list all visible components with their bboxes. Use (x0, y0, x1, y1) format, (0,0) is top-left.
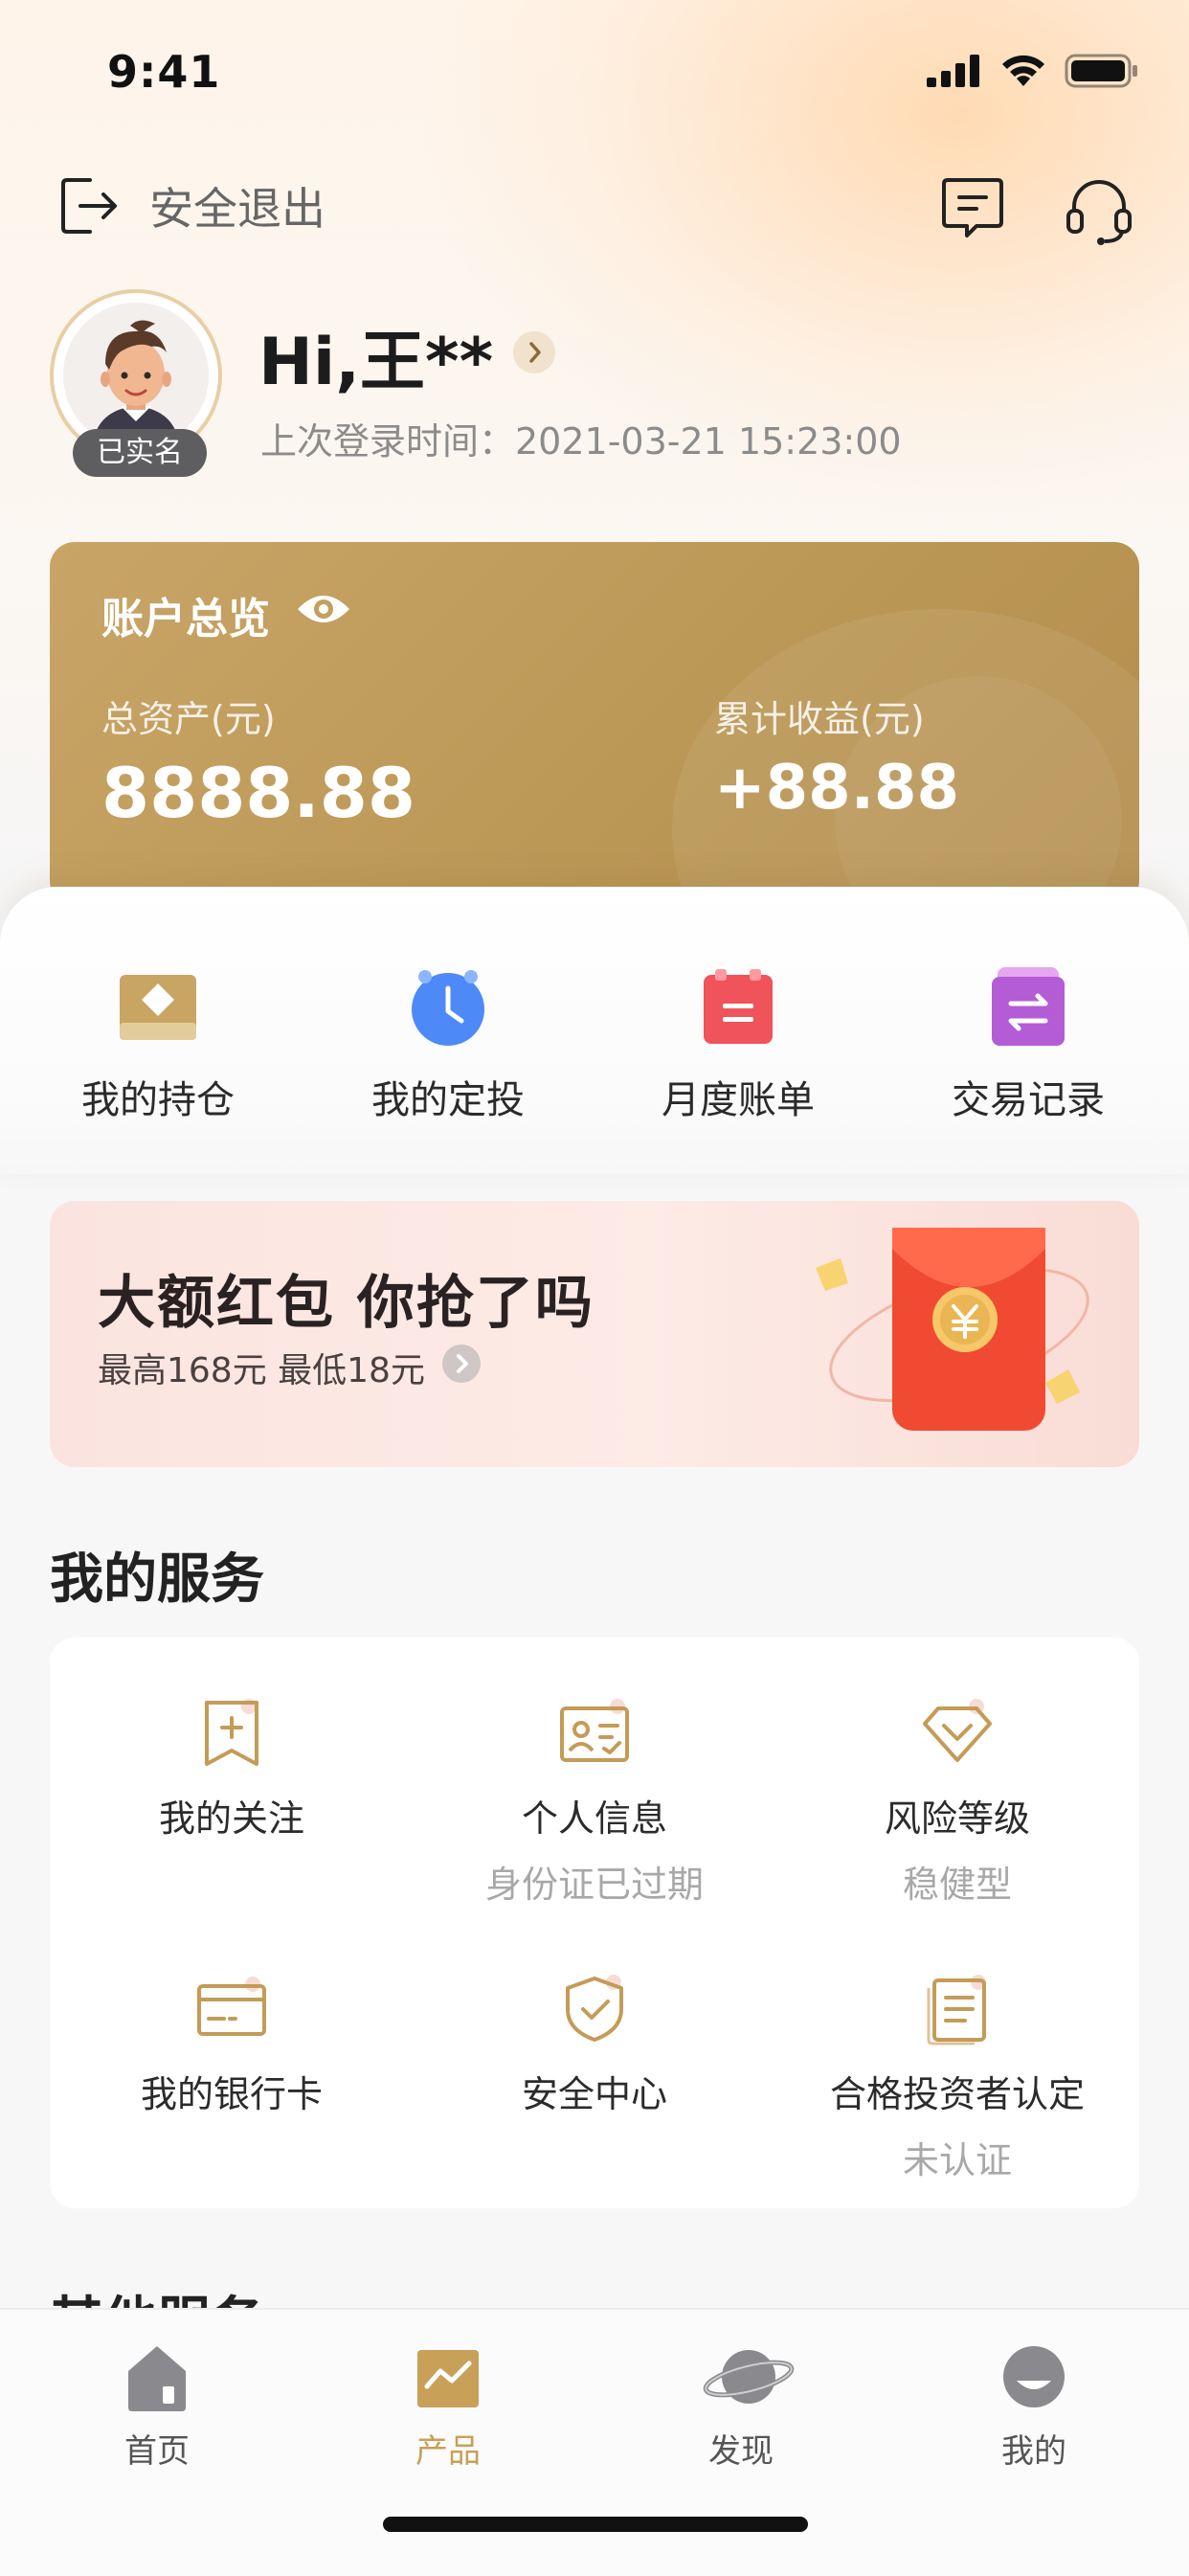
quick-nav-auto-invest[interactable]: 我的定投 (333, 967, 563, 1124)
service-security-center[interactable]: 安全中心 (413, 1973, 776, 2117)
tab-label: 发现 (708, 2432, 774, 2471)
earnings-value: +88.88 (714, 753, 960, 824)
bill-icon (698, 967, 778, 1048)
headset-icon (1066, 180, 1132, 245)
message-button[interactable] (938, 174, 1007, 243)
eye-icon[interactable] (295, 588, 352, 630)
bookmark-plus-icon (195, 1697, 268, 1770)
avatar[interactable]: 已实名 (50, 289, 222, 477)
service-label: 我的银行卡 (140, 2073, 323, 2115)
earnings-label: 累计收益(元) (714, 698, 925, 740)
status-bar: 9:41 (0, 0, 1189, 144)
quick-nav-label: 交易记录 (952, 1078, 1105, 1122)
clock-icon (408, 967, 488, 1048)
service-my-follows[interactable]: 我的关注 (50, 1697, 414, 1842)
service-qualified-investor[interactable]: 合格投资者认定 未认证 (775, 1973, 1139, 2183)
banner-title: 大额红包 你抢了吗 (98, 1270, 594, 1337)
safe-exit-label: 安全退出 (149, 183, 325, 235)
shield-check-icon (558, 1973, 631, 2045)
service-sublabel: 稳健型 (902, 1864, 1012, 1906)
holdings-icon (118, 967, 198, 1048)
my-services-title: 我的服务 (50, 1548, 264, 1611)
service-label: 风险等级 (884, 1797, 1030, 1840)
red-packet-illustration (816, 1228, 1089, 1431)
document-icon (921, 1973, 994, 2045)
home-indicator (383, 2517, 808, 2532)
chart-icon (408, 2337, 488, 2417)
service-sublabel: 身份证已过期 (484, 1864, 704, 1906)
service-bank-cards[interactable]: 我的银行卡 (50, 1973, 414, 2117)
tab-label: 我的 (1001, 2432, 1066, 2471)
service-sublabel: 未认证 (902, 2139, 1012, 2181)
planet-icon (701, 2337, 795, 2417)
total-assets-label: 总资产(元) (101, 698, 276, 740)
quick-nav-holdings[interactable]: 我的持仓 (43, 967, 273, 1124)
quick-nav-label: 我的持仓 (81, 1078, 235, 1122)
red-packet-banner[interactable]: 大额红包 你抢了吗 最高168元 最低18元 (50, 1201, 1139, 1467)
account-overview-title: 账户总览 (101, 595, 270, 644)
quick-nav-transactions[interactable]: 交易记录 (913, 967, 1143, 1124)
safe-exit-button[interactable]: 安全退出 (57, 174, 325, 237)
banner-subtitle: 最高168元 最低18元 (98, 1351, 425, 1390)
wifi-icon (1002, 55, 1044, 86)
quick-nav-label: 月度账单 (662, 1078, 815, 1122)
tab-bar: 首页 产品 发现 我的 (0, 2308, 1189, 2576)
chevron-right-icon (529, 342, 541, 363)
quick-nav: 我的持仓 我的定投 月度账单 交易记录 (0, 967, 1189, 1140)
banner-arrow-button[interactable] (442, 1344, 481, 1383)
service-label: 个人信息 (521, 1797, 667, 1840)
bank-card-icon (195, 1973, 268, 2045)
id-card-icon (558, 1697, 631, 1770)
diamond-icon (921, 1697, 994, 1770)
avatar-image (63, 303, 209, 448)
last-login-time: 上次登录时间：2021-03-21 15:23:00 (260, 420, 902, 463)
home-icon (117, 2337, 197, 2417)
greeting-name[interactable]: Hi,王** (258, 308, 493, 403)
status-time: 9:41 (107, 46, 221, 98)
service-label: 合格投资者认定 (829, 2073, 1085, 2115)
quick-nav-label: 我的定投 (371, 1078, 525, 1122)
customer-service-button[interactable] (1063, 174, 1135, 247)
user-face-icon (994, 2337, 1074, 2417)
logout-icon (61, 178, 117, 234)
tab-home[interactable]: 首页 (71, 2337, 243, 2472)
chevron-right-icon (457, 1354, 468, 1373)
tab-products[interactable]: 产品 (362, 2337, 534, 2472)
tab-label: 首页 (124, 2432, 190, 2471)
service-personal-info[interactable]: 个人信息 身份证已过期 (413, 1697, 776, 1908)
quick-nav-monthly-bill[interactable]: 月度账单 (623, 967, 853, 1124)
verified-badge: 已实名 (73, 429, 207, 477)
account-overview-card[interactable]: 账户总览 总资产(元) 8888.88 累计收益(元) +88.88 (50, 542, 1139, 906)
services-card: 我的关注 个人信息 身份证已过期 风险等级 稳健型 我的银行卡 安全中心 合格投… (50, 1638, 1139, 2208)
service-label: 我的关注 (158, 1797, 304, 1840)
tab-discover[interactable]: 发现 (655, 2337, 827, 2472)
tab-mine[interactable]: 我的 (948, 2337, 1120, 2472)
service-risk-level[interactable]: 风险等级 稳健型 (775, 1697, 1139, 1908)
service-label: 安全中心 (521, 2073, 667, 2115)
total-assets-value: 8888.88 (101, 753, 415, 833)
tab-label: 产品 (415, 2432, 481, 2471)
profile-detail-button[interactable] (513, 331, 555, 373)
transfer-icon (988, 967, 1068, 1048)
signal-icon (927, 55, 979, 87)
message-icon (942, 178, 1003, 237)
battery-icon (1065, 54, 1137, 88)
status-icons (927, 54, 1139, 88)
